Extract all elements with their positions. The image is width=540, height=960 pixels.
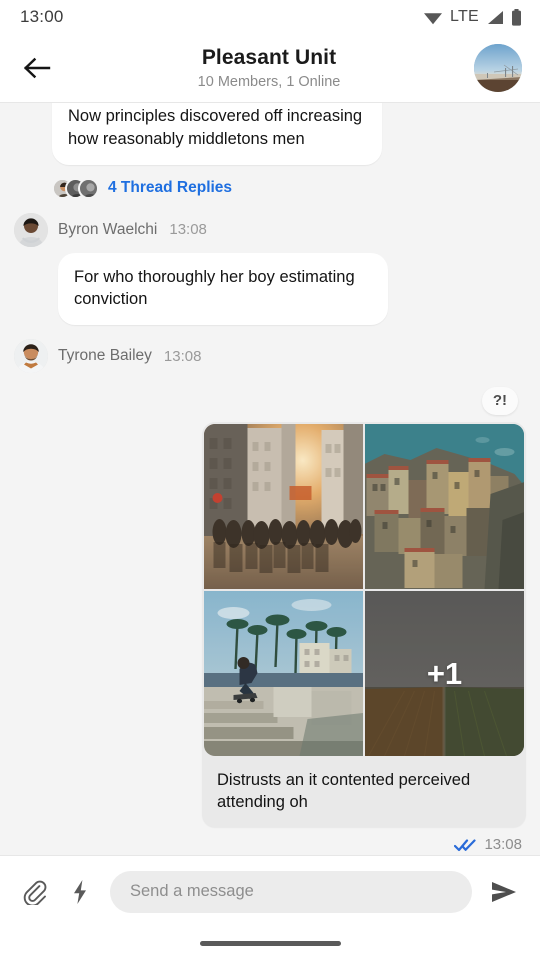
sender-name: Tyrone Bailey: [58, 347, 152, 365]
chat-screen: 13:00 LTE Pleasant Unit 10 Members, 1 On…: [0, 0, 540, 960]
home-indicator-area: [0, 927, 540, 960]
message-bubble[interactable]: For who thoroughly her boy estimating co…: [58, 252, 388, 326]
cliffside-village-photo[interactable]: [365, 424, 524, 590]
message-bubble-partial[interactable]: Now principles discovered off increasing…: [52, 103, 382, 165]
reaction-badge[interactable]: ?!: [481, 387, 518, 416]
status-bar: 13:00 LTE: [0, 0, 540, 34]
send-arrow-icon: [492, 881, 516, 902]
paperclip-icon: [23, 880, 47, 905]
message-list[interactable]: Now principles discovered off increasing…: [0, 103, 540, 855]
send-button[interactable]: [482, 870, 526, 914]
thread-avatar-image: [80, 179, 97, 197]
thread-avatar-stack: [52, 177, 99, 199]
lightning-bolt-icon: [74, 879, 86, 904]
message-body: For who thoroughly her boy estimating co…: [58, 252, 540, 326]
group-avatar[interactable]: [474, 44, 522, 92]
page-title: Pleasant Unit: [201, 46, 337, 70]
group-avatar-image: [474, 44, 522, 92]
message-time: 13:08: [163, 347, 202, 365]
signal-icon: [488, 10, 503, 24]
message-composer: [0, 855, 540, 927]
sender-name: Byron Waelchi: [58, 220, 158, 238]
media-caption: Distrusts an it contented perceived atte…: [217, 771, 471, 812]
outgoing-meta: 13:08: [454, 836, 526, 853]
more-images-count: +1: [426, 655, 463, 691]
avatar-image: [14, 339, 48, 374]
status-indicators: LTE: [423, 8, 522, 26]
avatar-image: [14, 212, 48, 247]
chat-header: Pleasant Unit 10 Members, 1 Online: [0, 34, 540, 103]
wifi-icon: [423, 12, 442, 24]
message-time: 13:08: [169, 221, 207, 239]
outgoing-message: ?! +1 Distrusts an it contented perceive…: [0, 387, 540, 853]
header-title-block[interactable]: Pleasant Unit 10 Members, 1 Online: [64, 46, 474, 89]
network-type-label: LTE: [449, 8, 479, 25]
attach-button[interactable]: [12, 870, 56, 914]
outgoing-time: 13:08: [484, 836, 522, 854]
message-text: For who thoroughly her boy estimating co…: [74, 267, 355, 309]
thread-avatar: [78, 177, 99, 199]
quick-action-button[interactable]: [58, 870, 102, 914]
message-input[interactable]: [110, 870, 472, 913]
sender-meta: Byron Waelchi 13:08: [0, 212, 540, 247]
avatar[interactable]: [14, 212, 48, 247]
city-street-sunset-photo[interactable]: [204, 424, 363, 590]
back-arrow-icon: [23, 57, 51, 79]
thread-replies-label: 4 Thread Replies: [108, 179, 233, 197]
city-street-sunset-image: [204, 424, 363, 590]
media-message-card[interactable]: +1 Distrusts an it contented perceived a…: [202, 422, 526, 828]
avatar[interactable]: [14, 339, 48, 374]
battery-icon: [512, 8, 521, 26]
read-double-check-icon: [454, 839, 477, 851]
home-indicator[interactable]: [199, 941, 341, 946]
field-landscape-photo[interactable]: +1: [365, 591, 524, 757]
image-grid: +1: [202, 422, 526, 758]
sender-meta: Tyrone Bailey 13:08: [0, 339, 540, 374]
skatepark-palms-photo[interactable]: [204, 591, 363, 757]
member-count-subtitle: 10 Members, 1 Online: [197, 73, 341, 90]
skatepark-palms-image: [204, 591, 363, 757]
thread-replies-link[interactable]: 4 Thread Replies: [52, 177, 540, 199]
status-time: 13:00: [20, 7, 64, 26]
cliffside-village-image: [365, 424, 524, 590]
back-button[interactable]: [10, 41, 64, 95]
message-text: Now principles discovered off increasing…: [68, 107, 363, 148]
